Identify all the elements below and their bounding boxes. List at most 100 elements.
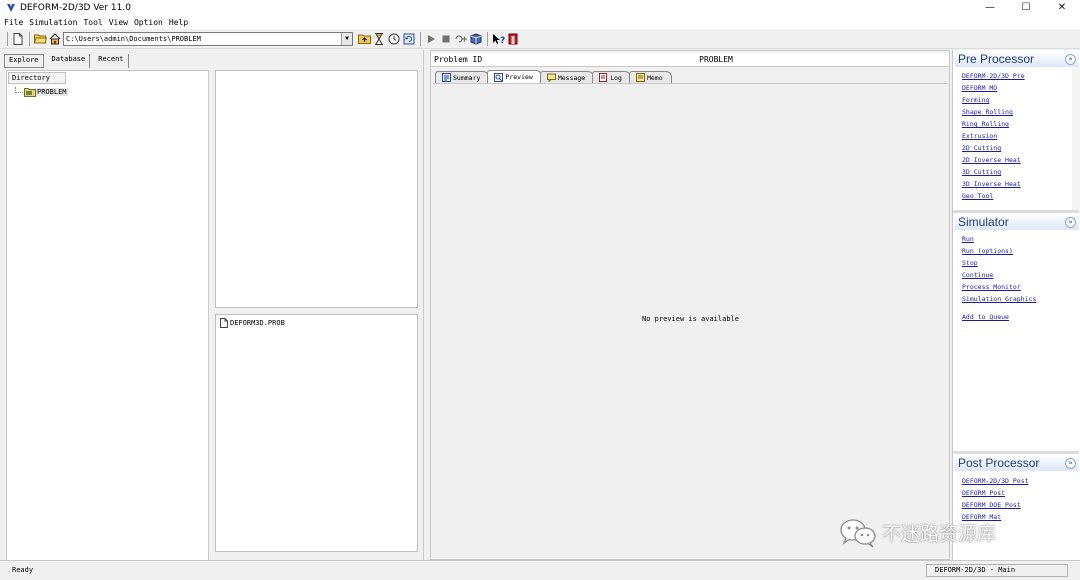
tab-explore[interactable]: Explore bbox=[4, 54, 44, 68]
exit-icon[interactable] bbox=[506, 32, 520, 46]
link-deform-post-classic[interactable]: DEFORM Post bbox=[962, 487, 1029, 499]
menu-help[interactable]: Help bbox=[169, 18, 188, 27]
link-2d-inverse-heat[interactable]: 2D Inverse Heat bbox=[962, 154, 1025, 166]
problem-id-bar: Problem ID PROBLEM bbox=[431, 53, 949, 67]
collapse-icon[interactable]: » bbox=[1065, 53, 1076, 65]
watermark-text: 不迷路资源库 bbox=[882, 522, 997, 545]
explorer-tabs: Explore Database Recent bbox=[4, 54, 133, 68]
tab-memo-label: Memo bbox=[646, 73, 663, 82]
link-deform-doe-post[interactable]: DEFORM DOE Post bbox=[962, 499, 1029, 511]
preview-icon bbox=[494, 72, 504, 82]
close-button[interactable]: ✕ bbox=[1044, 0, 1080, 15]
link-deform-pre[interactable]: DEFORM-2D/3D Pre bbox=[962, 70, 1025, 82]
window-title: DEFORM-2D/3D Ver 11.0 bbox=[20, 2, 131, 13]
file-item[interactable]: DEFORM3D.PROB bbox=[220, 318, 285, 328]
simulator-title: Simulator bbox=[958, 215, 1009, 229]
chevron-down-icon[interactable]: ▼ bbox=[341, 32, 352, 45]
new-file-icon[interactable] bbox=[11, 32, 25, 46]
file-name: DEFORM3D.PROB bbox=[230, 319, 285, 327]
path-combobox[interactable]: ▼ bbox=[63, 31, 353, 46]
link-process-monitor[interactable]: Process Monitor bbox=[962, 281, 1036, 293]
minimize-button[interactable]: — bbox=[972, 0, 1008, 15]
tab-message[interactable]: Message bbox=[539, 71, 595, 83]
link-3d-inverse-heat[interactable]: 3D Inverse Heat bbox=[962, 178, 1025, 190]
problem-id-label: Problem ID bbox=[434, 55, 483, 64]
tab-summary[interactable]: Summary bbox=[435, 71, 490, 83]
directory-tree[interactable]: Directory PROBLEM bbox=[6, 70, 209, 580]
pre-processor-links: DEFORM-2D/3D Pre DEFORM MO Forming Shape… bbox=[962, 70, 1025, 202]
collapse-icon[interactable]: » bbox=[1065, 216, 1076, 228]
link-simulation-graphics[interactable]: Simulation Graphics bbox=[962, 293, 1036, 305]
open-folder-icon[interactable] bbox=[33, 32, 47, 46]
menu-simulation[interactable]: Simulation bbox=[29, 18, 77, 27]
tab-preview-label: Preview bbox=[505, 73, 533, 81]
watermark: 不迷路资源库 bbox=[838, 516, 996, 548]
link-deform-post[interactable]: DEFORM-2D/3D Post bbox=[962, 475, 1029, 487]
directory-header[interactable]: Directory bbox=[8, 72, 66, 84]
tree-connector bbox=[15, 87, 23, 93]
tab-memo[interactable]: Memo bbox=[628, 71, 672, 83]
link-3d-cutting[interactable]: 3D Cutting bbox=[962, 166, 1025, 178]
folder-contents-pane[interactable] bbox=[215, 70, 418, 308]
section-divider bbox=[953, 210, 1079, 213]
folder-icon bbox=[24, 88, 36, 97]
toolbar: ▼ ? bbox=[0, 29, 1080, 49]
step-icon[interactable] bbox=[454, 32, 468, 46]
problem-pane: Problem ID PROBLEM Summary Preview Messa… bbox=[430, 50, 950, 560]
hourglass-icon[interactable] bbox=[372, 32, 386, 46]
menu-option[interactable]: Option bbox=[134, 18, 163, 27]
simulator-links: Run Run (options) Stop Continue Process … bbox=[962, 233, 1036, 323]
tree-item-problem[interactable]: PROBLEM bbox=[15, 87, 68, 97]
post-processor-header[interactable]: Post Processor » bbox=[955, 455, 1079, 471]
home-icon[interactable] bbox=[48, 32, 62, 46]
tab-recent[interactable]: Recent bbox=[94, 54, 129, 68]
tab-database[interactable]: Database bbox=[48, 54, 91, 68]
link-run[interactable]: Run bbox=[962, 233, 1036, 245]
launcher-pane: Pre Processor » DEFORM-2D/3D Pre DEFORM … bbox=[952, 50, 1080, 560]
preview-message: No preview is available bbox=[642, 315, 739, 323]
link-add-to-queue[interactable]: Add to Queue bbox=[962, 311, 1036, 323]
pre-processor-header[interactable]: Pre Processor » bbox=[955, 51, 1079, 67]
folder-up-icon[interactable] bbox=[357, 32, 371, 46]
summary-icon bbox=[442, 73, 451, 82]
toolbar-separator bbox=[29, 31, 30, 46]
collapse-icon[interactable]: » bbox=[1065, 457, 1076, 469]
memo-icon bbox=[635, 73, 645, 82]
play-icon[interactable] bbox=[424, 32, 438, 46]
tab-log[interactable]: Log bbox=[592, 71, 631, 83]
help-icon[interactable]: ? bbox=[491, 32, 505, 46]
link-deform-mo[interactable]: DEFORM MO bbox=[962, 82, 1025, 94]
simulator-header[interactable]: Simulator » bbox=[955, 214, 1079, 230]
link-ring-rolling[interactable]: Ring Rolling bbox=[962, 118, 1025, 130]
menu-file[interactable]: File bbox=[4, 18, 23, 27]
tab-preview[interactable]: Preview bbox=[487, 70, 542, 83]
status-mode: DEFORM-2D/3D - Main bbox=[926, 564, 1068, 577]
link-stop[interactable]: Stop bbox=[962, 257, 1036, 269]
file-list[interactable]: DEFORM3D.PROB bbox=[215, 314, 418, 552]
menu-bar: File Simulation Tool View Option Help bbox=[0, 15, 1080, 29]
menu-view[interactable]: View bbox=[109, 18, 128, 27]
tab-log-label: Log bbox=[610, 73, 622, 82]
link-shape-rolling[interactable]: Shape Rolling bbox=[962, 106, 1025, 118]
link-geo-tool[interactable]: Geo Tool bbox=[962, 190, 1025, 202]
message-icon bbox=[546, 73, 556, 82]
link-run-options[interactable]: Run (options) bbox=[962, 245, 1036, 257]
link-extrusion[interactable]: Extrusion bbox=[962, 130, 1025, 142]
cube-icon[interactable] bbox=[469, 32, 483, 46]
link-forming[interactable]: Forming bbox=[962, 94, 1025, 106]
clock-icon[interactable] bbox=[387, 32, 401, 46]
scrollbar[interactable] bbox=[1072, 68, 1080, 210]
title-bar: DEFORM-2D/3D Ver 11.0 — ☐ ✕ bbox=[0, 0, 1080, 15]
link-continue[interactable]: Continue bbox=[962, 269, 1036, 281]
path-input[interactable] bbox=[64, 32, 334, 45]
document-icon bbox=[220, 318, 228, 328]
stop-icon[interactable] bbox=[439, 32, 453, 46]
tree-item-label: PROBLEM bbox=[36, 88, 68, 96]
tab-message-label: Message bbox=[557, 73, 586, 82]
maximize-button[interactable]: ☐ bbox=[1008, 0, 1044, 15]
menu-tool[interactable]: Tool bbox=[83, 18, 102, 27]
link-2d-cutting[interactable]: 2D Cutting bbox=[962, 142, 1025, 154]
toolbar-grip bbox=[7, 31, 8, 46]
status-bar: Ready DEFORM-2D/3D - Main bbox=[0, 560, 1080, 580]
refresh-icon[interactable] bbox=[402, 32, 416, 46]
